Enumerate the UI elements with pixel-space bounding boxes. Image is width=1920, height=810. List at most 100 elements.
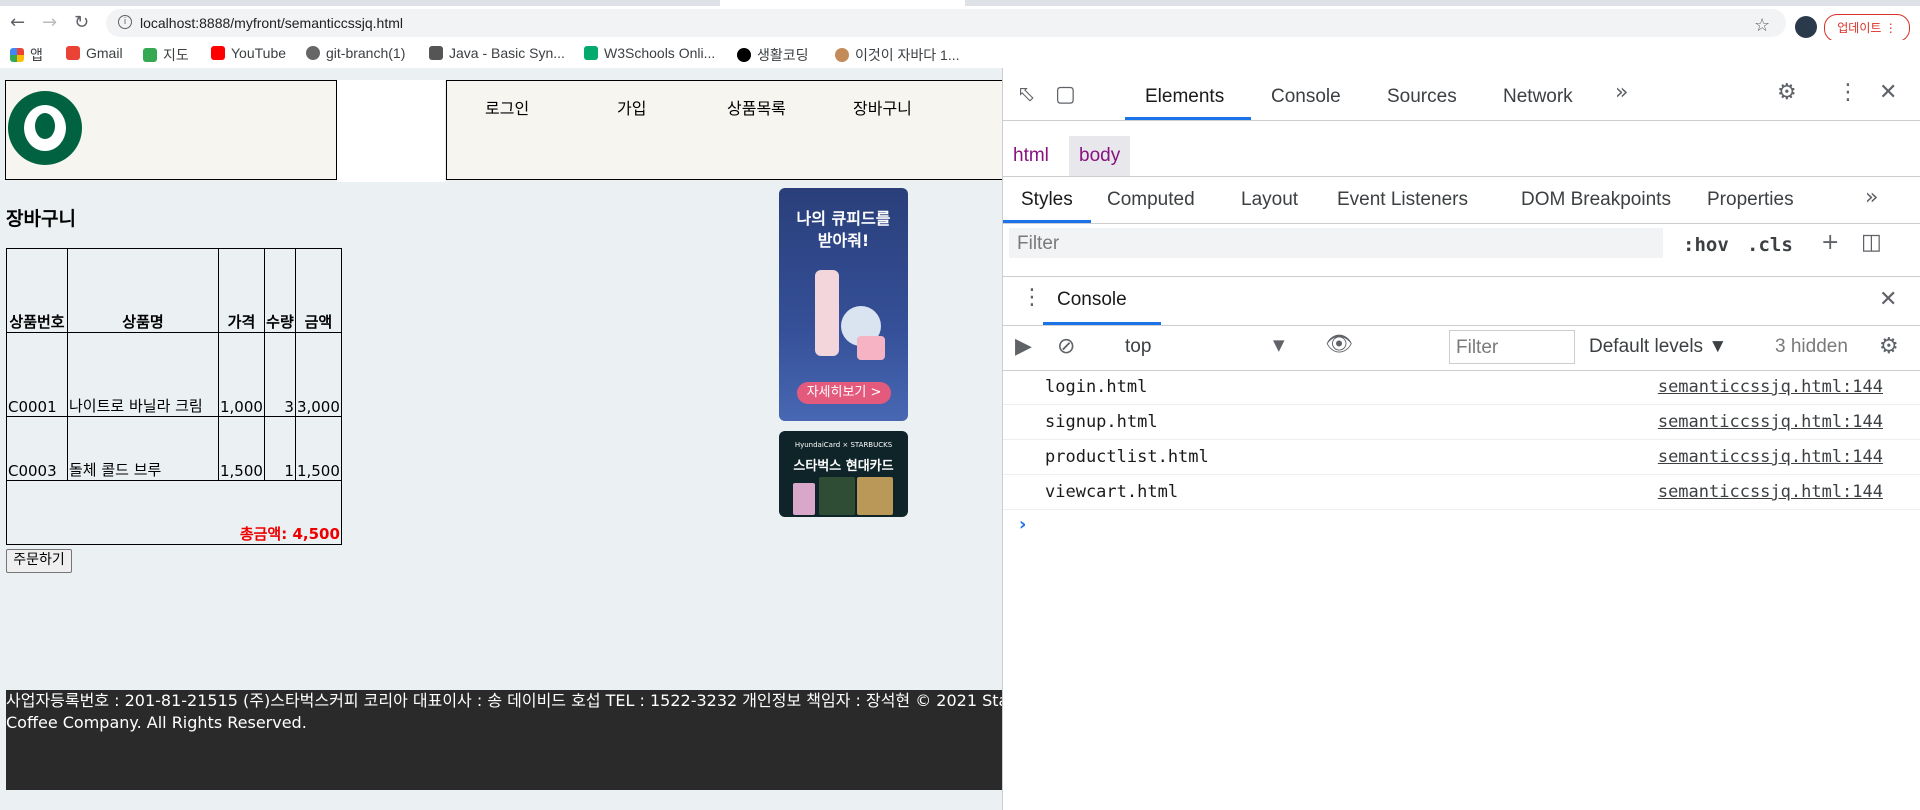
- table-row: C0001 나이트로 바닐라 크림 1,000 3 3,000: [6, 332, 342, 417]
- log-source-link[interactable]: semanticcssjq.html:144: [1658, 412, 1883, 432]
- tab-elements[interactable]: Elements: [1145, 86, 1224, 108]
- apps-grid-icon: [10, 48, 24, 62]
- settings-gear-icon[interactable]: ⚙: [1777, 80, 1797, 105]
- profile-avatar[interactable]: [1795, 16, 1817, 38]
- cell-qty: 1: [263, 416, 296, 481]
- tab-console[interactable]: Console: [1271, 86, 1341, 108]
- nav-login[interactable]: 로그인: [485, 95, 529, 119]
- console-settings-gear-icon[interactable]: ⚙: [1879, 334, 1899, 359]
- w3schools-icon: [584, 46, 598, 60]
- inspect-element-icon[interactable]: ⬁: [1017, 82, 1035, 107]
- back-icon[interactable]: ←: [10, 14, 25, 32]
- col-header-price: 가격: [218, 248, 265, 333]
- filter-placeholder: Filter: [1017, 233, 1060, 254]
- bookmark-gmail[interactable]: Gmail: [66, 45, 123, 61]
- log-source-link[interactable]: semanticcssjq.html:144: [1658, 377, 1883, 397]
- context-selector[interactable]: top: [1125, 336, 1151, 358]
- bookmark-thisisjava[interactable]: 이것이 자바다 1...: [835, 45, 960, 65]
- bookmark-star-icon[interactable]: ☆: [1754, 15, 1770, 36]
- devtools-panel: ⬁ ▢ Elements Console Sources Network » ⚙…: [1002, 68, 1920, 810]
- add-rule-icon[interactable]: +: [1821, 230, 1839, 255]
- starbucks-logo[interactable]: [8, 91, 82, 165]
- tumbler-image: [815, 270, 839, 356]
- url-text: localhost:8888/myfront/semanticcssjq.htm…: [140, 15, 403, 31]
- col-header-code: 상품번호: [6, 248, 68, 333]
- styles-filter-input[interactable]: Filter: [1009, 228, 1663, 258]
- tab-dom-breakpoints[interactable]: DOM Breakpoints: [1521, 189, 1671, 211]
- hyundai-card-banner[interactable]: HyundaiCard × STARBUCKS 스타벅스 현대카드: [779, 431, 908, 517]
- more-subtabs-icon[interactable]: »: [1865, 185, 1878, 210]
- footer-line-2: Coffee Company. All Rights Reserved.: [6, 713, 307, 732]
- tab-sources[interactable]: Sources: [1387, 86, 1457, 108]
- bookmark-apps[interactable]: 앱: [10, 45, 43, 65]
- drawer-tab-console[interactable]: Console: [1057, 289, 1127, 311]
- mug-image: [857, 336, 885, 360]
- sidebar-toggle-icon[interactable]: ▶: [1015, 334, 1032, 359]
- bookmark-git-branch[interactable]: git-branch(1): [306, 45, 405, 61]
- tab-layout[interactable]: Layout: [1241, 189, 1298, 211]
- log-message: login.html: [1045, 377, 1148, 397]
- bookmark-w3schools[interactable]: W3Schools Onli...: [584, 45, 715, 61]
- cupid-promo-banner[interactable]: 나의 큐피드를 받아줘! 자세히보기 >: [779, 188, 908, 421]
- nav-product-list[interactable]: 상품목록: [727, 95, 786, 119]
- log-levels-dropdown[interactable]: Default levels ▼: [1589, 336, 1727, 358]
- context-dropdown-icon[interactable]: ▼: [1273, 336, 1285, 354]
- info-icon[interactable]: i: [118, 15, 132, 29]
- device-toolbar-icon[interactable]: ▢: [1055, 82, 1076, 107]
- globe-icon: [306, 46, 320, 60]
- clear-console-icon[interactable]: ⊘: [1057, 334, 1075, 359]
- live-expression-eye-icon[interactable]: 👁: [1325, 332, 1353, 357]
- bookmark-maps[interactable]: 지도: [143, 45, 189, 65]
- crumb-html[interactable]: html: [1003, 136, 1059, 176]
- card-image-gold: [857, 477, 893, 515]
- order-button[interactable]: 주문하기: [6, 549, 72, 573]
- tab-computed[interactable]: Computed: [1107, 189, 1195, 211]
- promo-title: 나의 큐피드를 받아줘!: [779, 208, 908, 252]
- main-nav: 로그인 가입 상품목록 장바구니: [446, 80, 1002, 180]
- cell-code: C0001: [6, 332, 68, 417]
- console-filter-input[interactable]: Filter: [1449, 330, 1575, 364]
- bookmark-label: Gmail: [86, 45, 123, 61]
- browser-toolbar: ← → ↻ i localhost:8888/myfront/semanticc…: [0, 6, 1920, 42]
- log-source-link[interactable]: semanticcssjq.html:144: [1658, 447, 1883, 467]
- cell-name: 돌체 콜드 브루: [67, 416, 219, 481]
- promo-more-button[interactable]: 자세히보기 >: [797, 382, 891, 404]
- update-button[interactable]: 업데이트 ⋮: [1824, 14, 1910, 42]
- console-log-row: login.html semanticcssjq.html:144: [1003, 370, 1920, 405]
- close-devtools-icon[interactable]: ✕: [1879, 80, 1897, 105]
- reload-icon[interactable]: ↻: [74, 14, 89, 32]
- crumb-body[interactable]: body: [1069, 136, 1131, 176]
- tab-properties[interactable]: Properties: [1707, 189, 1794, 211]
- tab-network[interactable]: Network: [1503, 86, 1573, 108]
- cart-total: 총금액: 4,500: [6, 480, 342, 545]
- close-drawer-icon[interactable]: ✕: [1879, 287, 1897, 312]
- tab-styles[interactable]: Styles: [1021, 189, 1073, 211]
- cell-name: 나이트로 바닐라 크림: [67, 332, 219, 417]
- forward-icon[interactable]: →: [42, 14, 57, 32]
- bookmark-youtube[interactable]: YouTube: [211, 45, 286, 61]
- tab-event-listeners[interactable]: Event Listeners: [1337, 189, 1468, 211]
- more-tabs-icon[interactable]: »: [1615, 80, 1628, 105]
- cls-toggle[interactable]: .cls: [1747, 234, 1793, 256]
- nav-cart[interactable]: 장바구니: [853, 95, 912, 119]
- bookmark-label: 생활코딩: [757, 47, 809, 63]
- console-filter-placeholder: Filter: [1456, 337, 1499, 358]
- toggle-sidebar-icon[interactable]: ◫: [1861, 230, 1882, 255]
- hov-toggle[interactable]: :hov: [1683, 234, 1729, 256]
- table-row: C0003 돌체 콜드 브루 1,500 1 1,500: [6, 416, 342, 481]
- drawer-menu-icon[interactable]: ⋮: [1021, 285, 1043, 310]
- drawer-tabbar: ⋮ Console ✕: [1003, 276, 1920, 326]
- console-log-row: viewcart.html semanticcssjq.html:144: [1003, 475, 1920, 510]
- promo-title-line1: 나의 큐피드를: [796, 209, 891, 228]
- bookmark-java[interactable]: Java - Basic Syn...: [429, 45, 565, 61]
- bookmark-opentutorials[interactable]: 생활코딩: [737, 45, 809, 65]
- more-options-icon[interactable]: ⋮: [1837, 80, 1859, 105]
- cell-amount: 3,000: [294, 332, 342, 417]
- console-prompt-icon[interactable]: ›: [1019, 514, 1026, 535]
- nav-signup[interactable]: 가입: [617, 95, 646, 119]
- log-source-link[interactable]: semanticcssjq.html:144: [1658, 482, 1883, 502]
- card-brand: HyundaiCard × STARBUCKS: [794, 441, 893, 449]
- address-bar[interactable]: i localhost:8888/myfront/semanticcssjq.h…: [106, 9, 1786, 37]
- bookmark-label: git-branch(1): [326, 45, 406, 61]
- card-image-green: [819, 477, 855, 515]
